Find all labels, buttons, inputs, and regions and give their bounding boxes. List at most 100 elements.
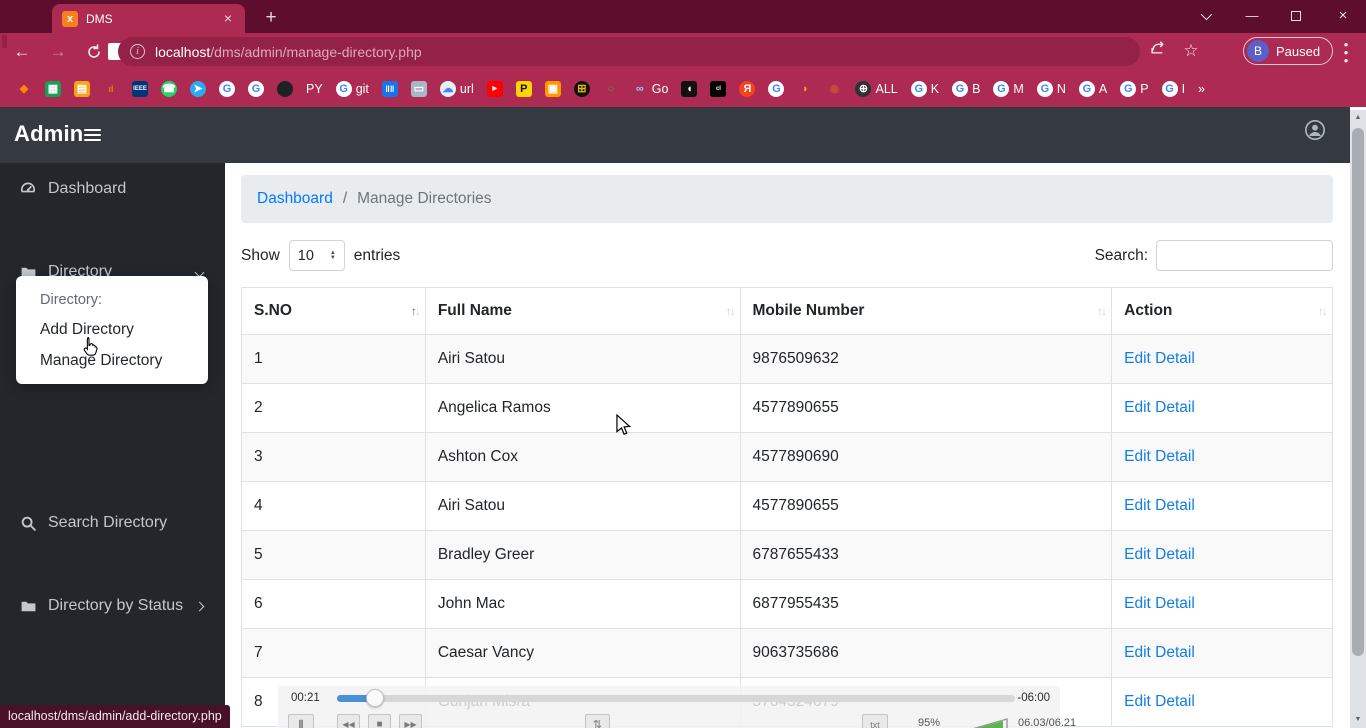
google-b-bookmark[interactable]: GB <box>952 80 980 97</box>
recorder-bookmark-icon: ▣ <box>544 80 561 97</box>
bird-bookmark-icon: ◗ <box>802 82 809 95</box>
edit-detail-link[interactable]: Edit Detail <box>1124 644 1195 661</box>
whatsapp-bookmark-icon[interactable]: ☎ <box>161 80 177 97</box>
column-header-sno[interactable]: S.NO ↑↓ <box>241 287 426 335</box>
browser-menu-icon[interactable]: • • • <box>1338 38 1354 67</box>
pause-button[interactable]: Ⅱ <box>288 714 314 728</box>
column-header-action[interactable]: Action ↑↓ <box>1111 287 1333 335</box>
user-avatar-icon[interactable] <box>1304 119 1326 141</box>
search-input[interactable] <box>1156 240 1333 271</box>
window-restore-icon[interactable] <box>1273 0 1319 33</box>
google-bookmark-icon: G <box>248 80 264 97</box>
godaddy-bookmark[interactable]: ∞ Go <box>632 81 669 97</box>
edit-detail-link[interactable]: Edit Detail <box>1124 546 1195 563</box>
telegram-bookmark-icon[interactable]: ➤ <box>190 80 206 97</box>
globe-all-bookmark: ⊕ <box>855 80 872 97</box>
eagle-bookmark-icon[interactable]: ◖ <box>681 80 698 97</box>
stop-button[interactable]: ■ <box>368 714 391 728</box>
ring-bookmark-icon[interactable]: ○ <box>603 81 619 97</box>
google-bookmark-icon[interactable]: G <box>248 80 264 97</box>
cell-mobile: 4577890655 <box>739 383 1113 433</box>
shuffle-button[interactable]: ⇅ <box>585 714 610 728</box>
cloud-url-bookmark[interactable]: ☁ url <box>439 80 474 97</box>
sidebar-item-dashboard[interactable]: Dashboard <box>10 175 217 203</box>
column-header-fullname[interactable]: Full Name ↑↓ <box>424 287 741 335</box>
google-k-bookmark[interactable]: GK <box>910 80 939 97</box>
edit-detail-link[interactable]: Edit Detail <box>1124 448 1195 465</box>
share-icon[interactable] <box>1146 39 1170 63</box>
google-n-bookmark[interactable]: GN <box>1036 80 1066 97</box>
google-i-bookmark[interactable]: GI <box>1161 80 1185 97</box>
tab-search-icon[interactable] <box>1182 0 1228 33</box>
barcode-bookmark-icon[interactable]: ‖‖ <box>381 80 398 97</box>
back-icon[interactable]: ← <box>8 38 36 66</box>
cart-bookmark-icon[interactable]: ⊞ <box>573 80 590 97</box>
app-brand[interactable]: Admin <box>14 121 83 147</box>
edit-detail-link[interactable]: Edit Detail <box>1124 693 1195 710</box>
bird-bookmark-icon[interactable]: ◗ <box>797 81 813 97</box>
profile-button[interactable]: B Paused <box>1243 37 1334 65</box>
eye-bookmark-icon[interactable]: ◉ <box>826 81 842 97</box>
google-p-bookmark[interactable]: GP <box>1120 80 1149 97</box>
edit-detail-link[interactable]: Edit Detail <box>1124 595 1195 612</box>
refresh-icon[interactable] <box>80 38 108 66</box>
scroll-up-icon[interactable]: ▲ <box>1350 110 1366 126</box>
edit-detail-link[interactable]: Edit Detail <box>1124 497 1195 514</box>
clipchamp-bookmark-icon[interactable]: cl <box>710 80 727 97</box>
site-info-icon[interactable]: i <box>130 44 145 59</box>
globe-all-bookmark[interactable]: ⊕ ALL <box>855 80 898 97</box>
sidebar-item-search-directory[interactable]: Search Directory <box>10 509 217 537</box>
bookmarks-overflow-chevron[interactable]: » <box>1198 82 1205 96</box>
sidebar-item-directory-by-status[interactable]: Directory by Status <box>10 592 217 620</box>
py-bookmark[interactable]: PY <box>306 82 323 96</box>
google-bookmark-icon[interactable]: G <box>768 80 785 97</box>
dropdown-item-add-directory[interactable]: Add Directory <box>40 321 208 339</box>
google-a-bookmark[interactable]: GA <box>1078 80 1107 97</box>
window-close-icon[interactable]: × <box>1320 0 1366 33</box>
reader-bookmark-icon[interactable]: ▭ <box>410 80 427 97</box>
address-bar[interactable]: i localhost/dms/admin/manage-directory.p… <box>118 37 1140 66</box>
window-minimize-icon[interactable]: — <box>1229 0 1275 33</box>
forward-icon[interactable]: → <box>44 38 72 66</box>
next-button[interactable]: ▶▶ <box>399 714 422 728</box>
google-git-bookmark[interactable]: Ggit <box>335 80 369 97</box>
godaddy-bookmark: ∞ <box>635 82 644 95</box>
page-size-select[interactable]: 10 ▲ ▼ <box>288 240 345 271</box>
google-m-bookmark[interactable]: GM <box>993 80 1024 97</box>
player-seek-bar[interactable] <box>337 689 1015 707</box>
captions-button[interactable]: txt <box>862 714 888 728</box>
analytics-bookmark-icon[interactable]: ıl <box>103 81 119 97</box>
scroll-down-icon[interactable]: ▼ <box>1350 712 1366 728</box>
edit-detail-link[interactable]: Edit Detail <box>1124 399 1195 416</box>
recorder-bookmark-icon[interactable]: ▣ <box>544 80 561 97</box>
breadcrumb-dashboard-link[interactable]: Dashboard <box>257 190 333 208</box>
previous-button[interactable]: ◀◀ <box>337 714 360 728</box>
scrollbar-thumb[interactable] <box>1352 128 1364 656</box>
dropdown-item-manage-directory[interactable]: Manage Directory <box>40 352 208 370</box>
sheets-bookmark-icon[interactable]: ▦ <box>45 80 61 97</box>
eye-bookmark-icon: ◉ <box>829 82 840 95</box>
edit-detail-link[interactable]: Edit Detail <box>1124 350 1195 367</box>
new-tab-button[interactable]: + <box>258 5 284 31</box>
google-bookmark-icon[interactable]: G <box>219 80 235 97</box>
p-bookmark-icon[interactable]: P <box>515 80 532 97</box>
ieee-bookmark-icon[interactable]: IEEE <box>132 80 148 97</box>
bookmark-star-icon[interactable]: ☆ <box>1179 39 1203 63</box>
google-bookmark-icon: G <box>768 80 785 97</box>
tab-close-icon[interactable]: × <box>219 10 237 28</box>
player-seek-handle[interactable] <box>365 689 384 707</box>
google-p-bookmark: G <box>1120 80 1137 97</box>
yandex-bookmark-icon[interactable]: Я <box>739 80 756 97</box>
orange-app-bookmark-icon[interactable]: ▤ <box>74 80 90 97</box>
page-scrollbar[interactable]: ▲ ▼ <box>1350 110 1366 728</box>
column-header-mobile[interactable]: Mobile Number ↑↓ <box>739 287 1113 335</box>
dark-circle-bookmark-icon[interactable] <box>277 80 293 97</box>
table-row: 3 Ashton Cox 4577890690 Edit Detail <box>241 432 1333 482</box>
flame-bookmark-icon[interactable]: ◆ <box>16 81 32 97</box>
browser-tab[interactable]: x DMS × <box>52 4 245 33</box>
volume-wedge-icon[interactable] <box>950 716 1008 728</box>
table-row: 6 John Mac 6877955435 Edit Detail <box>241 579 1333 629</box>
sidebar-toggle-icon[interactable] <box>84 129 101 144</box>
youtube-bookmark-icon: ▶ <box>486 80 503 97</box>
youtube-bookmark-icon[interactable]: ▶ <box>486 80 503 97</box>
